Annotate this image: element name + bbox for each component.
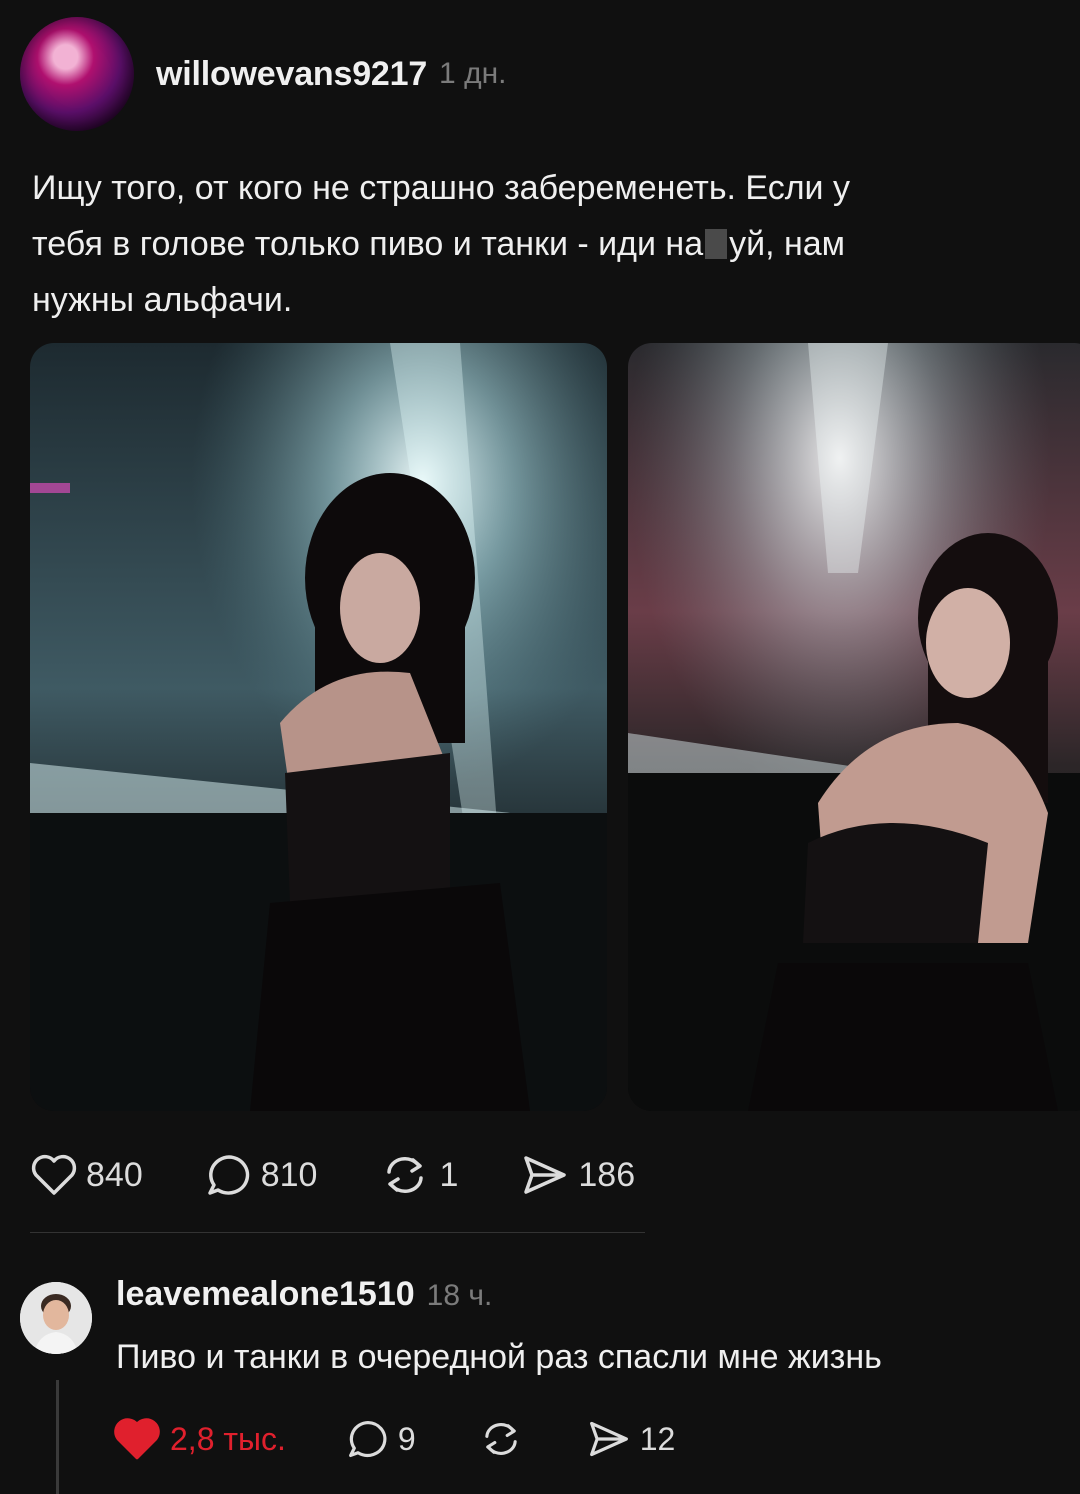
reply-text: Пиво и танки в очередной раз спасли мне …	[116, 1338, 882, 1376]
reply-share-button[interactable]: 12	[586, 1418, 676, 1460]
post-actions-bar: 840 810 1 186	[30, 1150, 697, 1200]
share-count: 186	[578, 1155, 636, 1194]
send-arrow-icon	[524, 1156, 567, 1194]
reply-header: leavemealone1510 18 ч.	[116, 1275, 492, 1314]
post-timestamp: 1 дн.	[439, 57, 507, 90]
post-text: Ищу того, от кого не страшно забеременет…	[32, 160, 1042, 328]
author-avatar[interactable]	[20, 17, 134, 131]
repost-count: 1	[439, 1155, 459, 1194]
reply-username[interactable]: leavemealone1510	[116, 1275, 415, 1314]
repost-button[interactable]: 1	[379, 1152, 458, 1198]
thread-line	[56, 1380, 59, 1494]
send-arrow-icon	[589, 1421, 628, 1457]
reply-comment-count: 9	[397, 1420, 416, 1457]
like-button[interactable]: 840	[30, 1153, 143, 1197]
reply-like-button[interactable]: 2,8 тыс.	[112, 1416, 286, 1462]
author-username[interactable]: willowevans9217	[156, 55, 427, 94]
comment-button[interactable]: 810	[205, 1152, 318, 1198]
comment-bubble-icon	[207, 1155, 249, 1195]
comment-bubble-icon	[348, 1420, 387, 1458]
reply-timestamp: 18 ч.	[426, 1279, 493, 1312]
heart-icon	[31, 1154, 77, 1195]
reply-repost-button[interactable]	[478, 1418, 524, 1460]
repost-arrows-icon	[387, 1157, 424, 1193]
divider	[30, 1232, 645, 1233]
post-text-line-2: тебя в голове только пиво и танки - иди …	[32, 225, 846, 263]
repost-arrows-icon	[485, 1423, 517, 1455]
reply-share-count: 12	[639, 1420, 676, 1457]
comment-count: 810	[260, 1155, 318, 1194]
censor-block	[705, 229, 728, 259]
post-photo-2[interactable]	[628, 343, 1080, 1111]
reply-actions-bar: 2,8 тыс. 9 12	[112, 1414, 675, 1464]
reply-author-avatar[interactable]	[20, 1282, 92, 1354]
post-text-line-3: нужны альфачи.	[32, 281, 293, 319]
heart-icon	[114, 1418, 160, 1460]
reply-like-count: 2,8 тыс.	[170, 1420, 286, 1457]
post-header: willowevans9217 1 дн.	[20, 14, 506, 134]
reply-comment-button[interactable]: 9	[346, 1418, 416, 1460]
like-count: 840	[86, 1155, 143, 1194]
post-text-line-1: Ищу того, от кого не страшно забеременет…	[32, 169, 850, 207]
post-photo-1[interactable]	[30, 343, 607, 1111]
share-button[interactable]: 186	[520, 1152, 635, 1198]
